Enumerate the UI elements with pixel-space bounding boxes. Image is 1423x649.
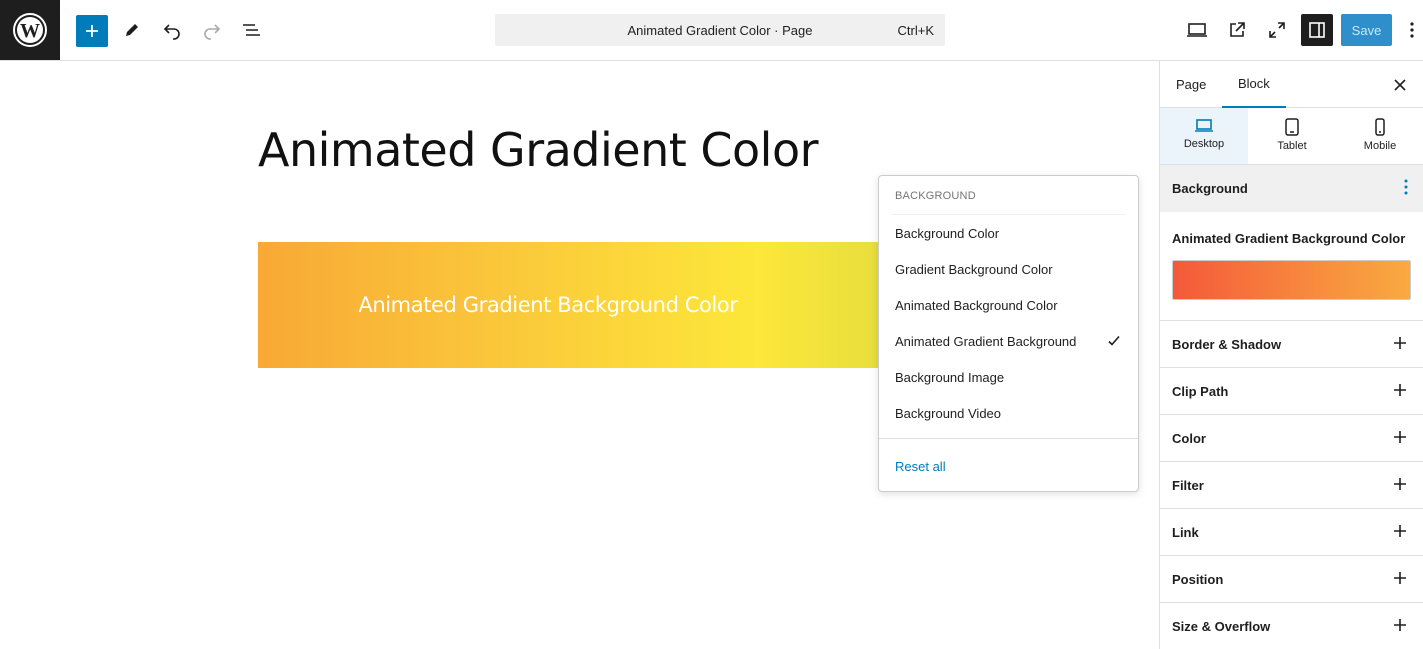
view-page-external-icon[interactable] — [1221, 14, 1253, 46]
page-title[interactable]: Animated Gradient Color — [258, 123, 819, 177]
plus-icon[interactable] — [1392, 617, 1408, 636]
plus-icon[interactable] — [1392, 570, 1408, 589]
menu-item-animated-gradient-background[interactable]: Animated Gradient Background — [895, 327, 1124, 355]
add-block-button[interactable] — [76, 15, 108, 47]
block-text[interactable]: Animated Gradient Background Color — [358, 293, 797, 317]
menu-item-label: Background Color — [895, 225, 1000, 241]
menu-item-animated-background-color[interactable]: Animated Background Color — [895, 291, 1124, 319]
device-desktop[interactable]: Desktop — [1160, 108, 1248, 164]
save-button[interactable]: Save — [1341, 14, 1392, 46]
gradient-swatch[interactable] — [1172, 260, 1411, 300]
command-palette-bar[interactable]: Animated Gradient Color · Page Ctrl+K — [495, 14, 945, 46]
tools-pencil-icon[interactable] — [116, 14, 148, 46]
panel-link[interactable]: Link — [1160, 508, 1423, 555]
panel-label: Clip Path — [1172, 383, 1229, 399]
tablet-icon — [1285, 118, 1299, 136]
panel-label: Color — [1172, 430, 1206, 446]
plus-icon[interactable] — [1392, 476, 1408, 495]
panel-color[interactable]: Color — [1160, 414, 1423, 461]
background-panel-title: Background — [1172, 181, 1248, 196]
wordpress-logo-icon[interactable]: W — [0, 0, 60, 60]
undo-icon[interactable] — [156, 14, 188, 46]
menu-item-label: Background Video — [895, 405, 1002, 421]
sidebar-tabs: Page Block — [1160, 61, 1423, 108]
menu-item-background-image[interactable]: Background Image — [895, 363, 1124, 391]
desktop-icon — [1195, 119, 1213, 132]
background-panel-header[interactable]: Background — [1160, 165, 1423, 212]
plus-icon[interactable] — [1392, 382, 1408, 401]
menu-item-label: Gradient Background Color — [895, 261, 1053, 277]
mobile-icon — [1375, 118, 1385, 136]
panel-label: Position — [1172, 571, 1224, 587]
panel-position[interactable]: Position — [1160, 555, 1423, 602]
device-mobile[interactable]: Mobile — [1336, 108, 1423, 164]
menu-item-label: Animated Gradient Background — [895, 333, 1077, 349]
gradient-control-label: Animated Gradient Background Color — [1172, 231, 1406, 246]
tab-page[interactable]: Page — [1160, 61, 1222, 108]
command-shortcut: Ctrl+K — [897, 23, 934, 38]
device-label: Desktop — [1183, 138, 1225, 150]
more-options-icon[interactable] — [1401, 14, 1423, 46]
reset-all-button[interactable]: Reset all — [895, 459, 946, 474]
animated-gradient-block[interactable]: Animated Gradient Background Color — [258, 242, 898, 368]
menu-header: Background — [895, 190, 976, 202]
panel-label: Size & Overflow — [1172, 618, 1271, 634]
panel-label: Border & Shadow — [1172, 336, 1282, 352]
menu-item-background-video[interactable]: Background Video — [895, 399, 1124, 427]
settings-sidebar: Page Block Desktop Tablet Mobile Backgro… — [1159, 61, 1423, 649]
settings-sidebar-toggle-icon[interactable] — [1301, 14, 1333, 46]
checkmark-icon — [1106, 333, 1122, 352]
menu-item-background-color[interactable]: Background Color — [895, 219, 1124, 247]
panel-label: Link — [1172, 524, 1199, 540]
document-title: Animated Gradient Color · Page — [627, 22, 813, 38]
svg-text:W: W — [20, 20, 40, 42]
plus-icon[interactable] — [1392, 523, 1408, 542]
editor-top-toolbar: W Animated Gradient Color · Page Ctrl+K … — [0, 0, 1423, 61]
panel-label: Filter — [1172, 477, 1204, 493]
fullscreen-icon[interactable] — [1261, 14, 1293, 46]
plus-icon[interactable] — [1392, 335, 1408, 354]
menu-item-label: Animated Background Color — [895, 297, 1058, 313]
plus-icon[interactable] — [1392, 429, 1408, 448]
menu-item-gradient-background-color[interactable]: Gradient Background Color — [895, 255, 1124, 283]
panel-clip-path[interactable]: Clip Path — [1160, 367, 1423, 414]
close-sidebar-icon[interactable] — [1388, 73, 1412, 97]
panel-size-overflow[interactable]: Size & Overflow — [1160, 602, 1423, 649]
background-options-menu: Background Background Color Gradient Bac… — [878, 175, 1139, 492]
panel-filter[interactable]: Filter — [1160, 461, 1423, 508]
device-label: Tablet — [1277, 140, 1307, 152]
device-label: Mobile — [1363, 140, 1397, 152]
redo-icon[interactable] — [196, 14, 228, 46]
menu-divider — [879, 438, 1138, 439]
document-overview-icon[interactable] — [236, 14, 268, 46]
menu-divider — [891, 214, 1126, 215]
tab-block[interactable]: Block — [1222, 61, 1286, 108]
device-switcher: Desktop Tablet Mobile — [1160, 108, 1423, 165]
preview-device-icon[interactable] — [1181, 14, 1213, 46]
panel-border-shadow[interactable]: Border & Shadow — [1160, 320, 1423, 367]
background-options-icon[interactable] — [1404, 179, 1408, 198]
device-tablet[interactable]: Tablet — [1248, 108, 1336, 164]
menu-item-label: Background Image — [895, 369, 1005, 385]
